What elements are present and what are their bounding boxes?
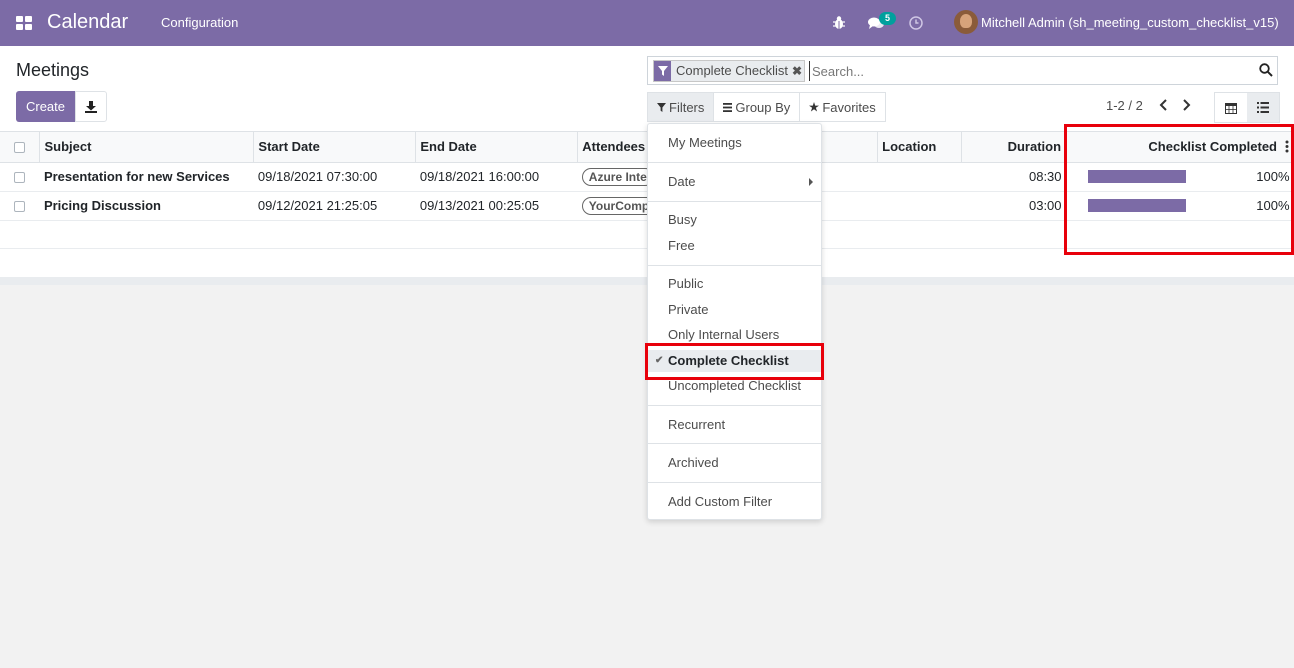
menu-divider — [648, 265, 821, 266]
groupby-label: Group By — [735, 99, 791, 115]
calendar-icon — [1225, 102, 1237, 114]
chevron-right-icon[interactable] — [1180, 98, 1192, 112]
row-start-date: 09/18/2021 07:30:00 — [253, 162, 416, 192]
top-navbar: Calendar Configuration 5 Mitchell Admin … — [0, 0, 1294, 46]
row-location — [877, 162, 962, 192]
bars-icon — [723, 102, 733, 112]
export-button[interactable] — [75, 91, 107, 122]
attendee-tag: YourComp — [581, 196, 657, 215]
facet-label: Complete Checklist — [676, 63, 788, 78]
menu-configuration[interactable]: Configuration — [161, 15, 238, 30]
search-input[interactable] — [809, 61, 1249, 81]
attendee-tag: Azure Inte — [581, 167, 654, 186]
filter-my-meetings[interactable]: My Meetings — [648, 132, 821, 154]
search-box: Complete Checklist ✖ — [647, 56, 1278, 85]
pager-value[interactable]: 1-2 / 2 — [1106, 98, 1143, 113]
column-header-start-date[interactable]: Start Date — [253, 132, 417, 163]
favorites-label: Favorites — [822, 99, 876, 115]
filter-funnel-icon — [657, 102, 666, 112]
chevron-left-icon[interactable] — [1158, 98, 1170, 112]
row-subject: Pricing Discussion — [39, 191, 254, 221]
menu-divider — [648, 201, 821, 202]
filter-recurrent[interactable]: Recurrent — [648, 414, 821, 436]
row-select-cell — [0, 191, 40, 221]
filter-date-label: Date — [668, 174, 696, 189]
user-avatar[interactable] — [954, 10, 978, 34]
highlight-box-complete-checklist — [645, 343, 824, 380]
filter-date[interactable]: Date — [648, 171, 821, 193]
filter-add-custom[interactable]: Add Custom Filter — [648, 491, 821, 513]
debug-bug-icon[interactable] — [832, 15, 846, 30]
messages-count-badge: 5 — [879, 12, 896, 25]
highlight-box-checklist-column — [1064, 124, 1294, 255]
select-all-header — [0, 132, 41, 163]
page-title: Meetings — [16, 60, 90, 80]
view-switcher — [1214, 92, 1280, 123]
control-panel: Meetings Create Complete Checklist ✖ Fil… — [0, 46, 1294, 132]
filters-dropdown-menu: My Meetings Date Busy Free Public Privat… — [647, 123, 822, 520]
select-all-checkbox[interactable] — [14, 142, 26, 154]
list-view-button[interactable] — [1247, 93, 1279, 122]
list-icon — [1257, 102, 1269, 113]
activity-clock-icon[interactable] — [909, 16, 923, 30]
row-checkbox[interactable] — [14, 201, 26, 213]
menu-divider — [648, 162, 821, 163]
search-facet: Complete Checklist ✖ — [653, 60, 805, 82]
search-options-bar: Filters Group By Favorites — [647, 92, 886, 122]
row-select-cell — [0, 162, 40, 192]
app-name[interactable]: Calendar — [47, 11, 128, 34]
row-location — [877, 191, 962, 221]
column-header-duration[interactable]: Duration — [961, 132, 1067, 163]
menu-divider — [648, 443, 821, 444]
column-header-subject[interactable]: Subject — [39, 132, 255, 163]
menu-divider — [648, 405, 821, 406]
row-duration: 08:30 — [961, 162, 1066, 192]
calendar-view-button[interactable] — [1215, 93, 1247, 122]
row-start-date: 09/12/2021 21:25:05 — [253, 191, 416, 221]
create-button[interactable]: Create — [16, 91, 75, 122]
row-end-date: 09/13/2021 00:25:05 — [415, 191, 578, 221]
filter-busy[interactable]: Busy — [648, 209, 821, 231]
caret-right-icon — [809, 178, 813, 186]
download-icon — [85, 100, 97, 113]
filter-private[interactable]: Private — [648, 299, 821, 321]
filter-public[interactable]: Public — [648, 273, 821, 295]
groupby-toggle[interactable]: Group By — [714, 93, 801, 121]
filters-label: Filters — [669, 99, 705, 115]
menu-divider — [648, 482, 821, 483]
filter-archived[interactable]: Archived — [648, 452, 821, 474]
row-checkbox[interactable] — [14, 172, 26, 184]
favorites-toggle[interactable]: Favorites — [800, 93, 884, 121]
row-end-date: 09/18/2021 16:00:00 — [415, 162, 578, 192]
star-icon — [809, 102, 820, 112]
row-subject: Presentation for new Services — [39, 162, 254, 192]
apps-menu-icon[interactable] — [16, 16, 32, 30]
search-icon[interactable] — [1259, 63, 1273, 77]
column-header-location[interactable]: Location — [877, 132, 963, 163]
facet-remove-icon[interactable]: ✖ — [792, 61, 804, 81]
filters-toggle[interactable]: Filters — [648, 93, 715, 121]
column-header-end-date[interactable]: End Date — [415, 132, 579, 163]
filter-funnel-icon — [654, 61, 671, 81]
row-duration: 03:00 — [961, 191, 1066, 221]
column-options-kebab-icon[interactable] — [1285, 140, 1289, 153]
filter-free[interactable]: Free — [648, 235, 821, 257]
user-menu-name[interactable]: Mitchell Admin (sh_meeting_custom_checkl… — [981, 15, 1279, 30]
